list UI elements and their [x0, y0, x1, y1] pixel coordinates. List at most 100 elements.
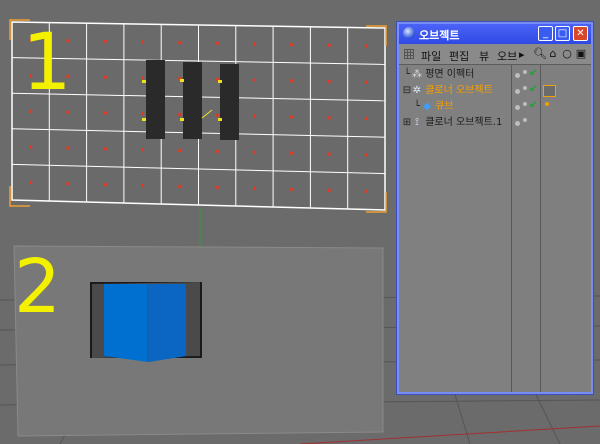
clone-point [364, 44, 368, 48]
visibility-toggles-row-1[interactable]: ✔ [512, 67, 540, 83]
clone-point [215, 113, 219, 117]
blue-cube [104, 284, 186, 362]
object-name[interactable]: 클로너 오브젝트 [425, 85, 493, 96]
clone-point [215, 149, 219, 153]
tree-line-icon: └ [413, 101, 421, 112]
menu-file[interactable]: 파일 [421, 48, 441, 64]
clone-point [178, 149, 182, 153]
cloned-cube-instances [146, 60, 239, 140]
clone-point [178, 185, 182, 189]
object-tree[interactable]: └ ⁂ 평면 이펙터 ⊟ ✲ 클로너 오브젝트 └ ◆ 큐브 ⊞ ⟟ 클로너 오브젝트.… [399, 65, 512, 392]
clone-point [252, 150, 256, 154]
visibility-dot[interactable] [515, 105, 520, 110]
enabled-check-icon[interactable]: ✔ [529, 68, 537, 79]
visibility-toggles-row-3[interactable]: ✔ [512, 99, 540, 115]
new-window-icon[interactable]: ▣ [575, 48, 587, 60]
object-row-effector[interactable]: └ ⁂ 평면 이펙터 [402, 67, 474, 83]
search-icon[interactable]: 🔍︎ [533, 48, 547, 60]
clone-point [290, 115, 294, 119]
clone-point [29, 109, 33, 113]
clone-point [327, 188, 331, 192]
clone-point [141, 112, 145, 116]
app-icon [403, 27, 415, 39]
object-name[interactable]: 클로너 오브젝트.1 [425, 117, 502, 128]
object-name[interactable]: 평면 이펙터 [425, 69, 474, 80]
window-title: 오브젝트 [419, 29, 460, 42]
texture-tag-icon[interactable] [545, 102, 549, 106]
clone-point [141, 184, 145, 188]
menu-bar: 파일 편집 뷰 오브 ▸ 🔍︎ ⌂ ○ ▣ [399, 44, 591, 65]
clone-point [141, 40, 145, 44]
visibility-dot[interactable] [515, 73, 520, 78]
clone-point [103, 147, 107, 151]
clone-point [364, 153, 368, 157]
clone-point [103, 111, 107, 115]
annotation-label-2: 2 [14, 244, 62, 330]
clone-point [66, 110, 70, 114]
visibility-column[interactable]: ✔ ✔ ✔ [512, 65, 541, 392]
clone-point [103, 39, 107, 43]
render-dot[interactable] [523, 86, 527, 90]
visibility-dot[interactable] [515, 89, 520, 94]
clone-point [103, 75, 107, 79]
clone-point [103, 183, 107, 187]
window-titlebar[interactable]: 오브젝트 _ □ ✕ [399, 24, 591, 44]
clone-point [290, 79, 294, 83]
visibility-toggles-row-4[interactable] [512, 115, 540, 131]
render-dot[interactable] [523, 70, 527, 74]
clone-point [252, 114, 256, 118]
clone-point [141, 148, 145, 152]
clone-point [215, 41, 219, 45]
view-icon[interactable]: ○ [561, 48, 573, 60]
home-icon[interactable]: ⌂ [547, 48, 559, 60]
clone-point [252, 78, 256, 82]
collapse-icon[interactable]: ⊟ [402, 83, 412, 99]
effector-icon: ⁂ [412, 69, 422, 80]
effector-tag-icon[interactable] [543, 85, 556, 97]
grid-icon[interactable] [404, 49, 414, 59]
menu-object[interactable]: 오브 [497, 48, 517, 64]
expand-icon[interactable]: ⊞ [402, 115, 412, 131]
cloner-icon: ✲ [412, 85, 422, 96]
menu-edit[interactable]: 편집 [449, 48, 469, 64]
tree-line-icon: └ [403, 69, 411, 80]
clone-point [215, 185, 219, 189]
clone-point [252, 42, 256, 46]
render-dot[interactable] [523, 102, 527, 106]
clone-point [29, 181, 33, 185]
render-dot[interactable] [523, 118, 527, 122]
object-row-cloner-1[interactable]: ⊞ ⟟ 클로너 오브젝트.1 [402, 115, 503, 131]
cloner-plane-2 [13, 245, 384, 437]
menu-more-arrow[interactable]: ▸ [519, 48, 525, 61]
clone-point [29, 145, 33, 149]
clone-point [178, 113, 182, 117]
clone-point [252, 186, 256, 190]
clone-point [364, 189, 368, 193]
object-row-cube[interactable]: └ ◆ 큐브 [412, 99, 454, 115]
clone-point [290, 151, 294, 155]
clone-point [327, 152, 331, 156]
object-name[interactable]: 큐브 [435, 101, 453, 112]
maximize-button[interactable]: □ [555, 26, 570, 41]
annotation-label-1: 1 [22, 18, 72, 108]
cube-icon: ◆ [423, 101, 431, 112]
visibility-dot[interactable] [515, 121, 520, 126]
enabled-check-icon[interactable]: ✔ [529, 100, 537, 111]
close-button[interactable]: ✕ [573, 26, 588, 41]
clone-point [364, 80, 368, 84]
clone-point [327, 116, 331, 120]
visibility-toggles-row-2[interactable]: ✔ [512, 83, 540, 99]
tags-column[interactable] [541, 65, 591, 392]
enabled-check-icon[interactable]: ✔ [529, 84, 537, 95]
clone-point [327, 43, 331, 47]
clone-point [290, 187, 294, 191]
object-row-cloner[interactable]: ⊟ ✲ 클로너 오브젝트 [402, 83, 493, 99]
cloner-icon: ⟟ [415, 117, 419, 128]
minimize-button[interactable]: _ [538, 26, 553, 41]
clone-point [66, 182, 70, 186]
clone-point [141, 76, 145, 80]
menu-view[interactable]: 뷰 [479, 48, 489, 64]
clone-point [327, 80, 331, 84]
clone-point [66, 146, 70, 150]
object-manager-window[interactable]: 오브젝트 _ □ ✕ 파일 편집 뷰 오브 ▸ 🔍︎ ⌂ ○ ▣ └ ⁂ 평면 이펙터 … [397, 22, 593, 394]
